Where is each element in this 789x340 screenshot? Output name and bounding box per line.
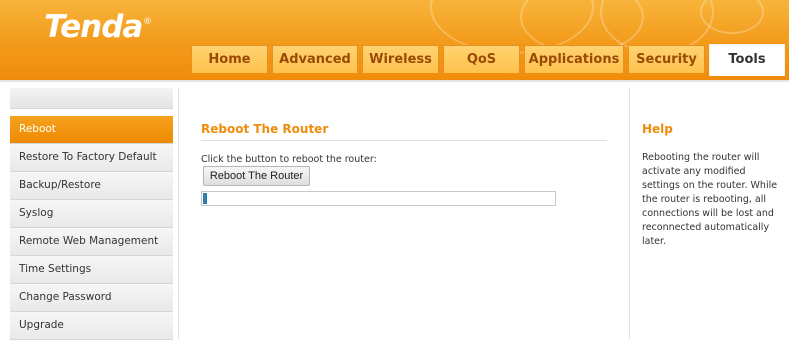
tab-wireless[interactable]: Wireless — [362, 45, 439, 73]
header-divider — [0, 80, 789, 82]
tab-advanced[interactable]: Advanced — [272, 45, 358, 73]
header-decoration — [700, 0, 764, 34]
tab-applications[interactable]: Applications — [524, 45, 624, 73]
tab-security[interactable]: Security — [628, 45, 705, 73]
help-text: Rebooting the router will activate any m… — [642, 152, 778, 247]
sidebar-item-change-password[interactable]: Change Password — [10, 284, 173, 312]
tab-home[interactable]: Home — [191, 45, 268, 73]
sidebar-menu: Reboot Restore To Factory Default Backup… — [10, 88, 173, 340]
tenda-logo: Tenda — [44, 9, 143, 45]
reboot-progress-bar — [201, 191, 556, 206]
sidebar-item-backup-restore[interactable]: Backup/Restore — [10, 172, 173, 200]
sidebar-item-upgrade[interactable]: Upgrade — [10, 312, 173, 340]
sidebar-item-reboot[interactable]: Reboot — [10, 116, 173, 144]
sidebar-item-time-settings[interactable]: Time Settings — [10, 256, 173, 284]
reboot-router-button[interactable]: Reboot The Router — [203, 166, 310, 186]
header-bar: Tenda ® Home Advanced Wireless QoS Appli… — [0, 0, 789, 80]
help-panel: Help Rebooting the router will activate … — [629, 88, 789, 339]
tab-tools[interactable]: Tools — [709, 44, 785, 76]
tab-qos[interactable]: QoS — [443, 45, 520, 73]
title-divider — [201, 140, 607, 141]
help-title: Help — [642, 122, 673, 136]
sidebar-header — [10, 88, 173, 109]
sidebar-item-remote-web-management[interactable]: Remote Web Management — [10, 228, 173, 256]
registered-mark: ® — [143, 17, 152, 27]
page-title: Reboot The Router — [201, 122, 329, 136]
main-content-panel: Reboot The Router Click the button to re… — [178, 88, 630, 339]
sidebar-item-syslog[interactable]: Syslog — [10, 200, 173, 228]
reboot-progress-fill — [203, 193, 207, 204]
reboot-description: Click the button to reboot the router: — [201, 154, 377, 165]
sidebar-item-restore-factory-default[interactable]: Restore To Factory Default — [10, 144, 173, 172]
